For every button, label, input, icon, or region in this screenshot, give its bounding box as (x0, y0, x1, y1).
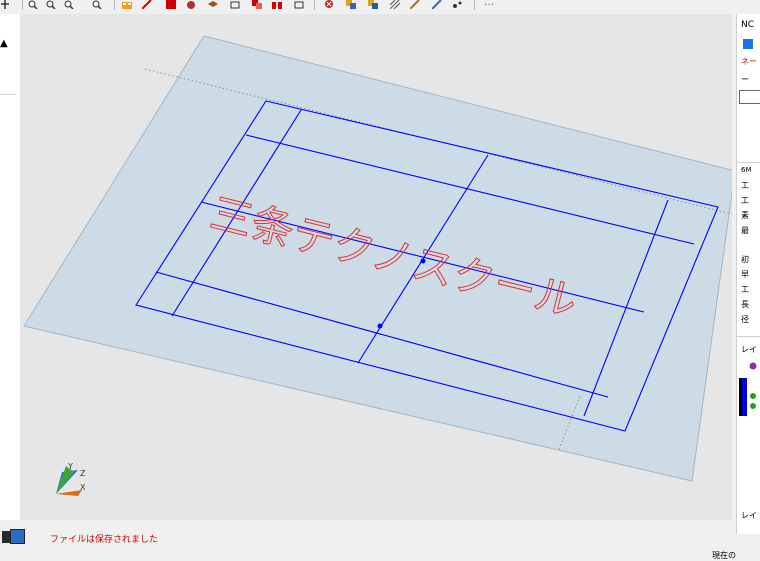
3d-viewport[interactable]: 三条テクノスクール Y Z X (20, 14, 732, 520)
zoom-window-icon[interactable] (28, 0, 38, 9)
status-arrow-icon[interactable] (10, 529, 25, 544)
paste-icon[interactable] (368, 0, 378, 9)
panel-divider (737, 336, 760, 337)
expand-arrow-icon[interactable]: ▲ (0, 38, 8, 49)
name-label: ネー (741, 57, 757, 66)
red-grid-icon[interactable] (272, 0, 282, 9)
left-divider (0, 94, 16, 95)
toolbar-separator (474, 0, 475, 10)
layer-grid-icon[interactable] (122, 0, 132, 9)
status-bar: ファイルは保存されました (0, 526, 736, 548)
zoom-in-icon[interactable] (46, 0, 56, 9)
point-icon[interactable] (452, 0, 462, 9)
param-label: 工 (741, 285, 749, 294)
pan-icon[interactable] (0, 0, 10, 9)
layer-label: レイ (741, 511, 757, 520)
layer-list[interactable] (739, 360, 760, 420)
zoom-out-icon[interactable] (64, 0, 74, 9)
right-property-panel: NC ネー ー 6M 工 工 素 最 初 早 工 長 径 レイ レイ (736, 14, 760, 534)
toolbar-separator (22, 0, 23, 10)
param-label: 長 (741, 300, 749, 309)
scene-canvas[interactable]: 三条テクノスクール Y Z X (20, 14, 732, 520)
axis-z-label: Z (80, 469, 86, 478)
panel-action-icon[interactable] (743, 39, 753, 49)
origin-marker (377, 323, 383, 329)
group-icon[interactable] (186, 0, 196, 9)
status-message: ファイルは保存されました (50, 535, 159, 545)
panel-divider (737, 162, 760, 163)
snap-icon[interactable] (432, 0, 442, 9)
param-label: 初 (741, 255, 749, 264)
toolbar-separator (114, 0, 115, 10)
param-label: 工 (741, 196, 749, 205)
axis-x-label: X (80, 483, 86, 492)
hatch-icon[interactable] (390, 0, 400, 9)
left-tool-strip: ▲ (0, 14, 21, 520)
axis-triad: Y Z X (56, 462, 86, 496)
param-label: 径 (741, 315, 749, 324)
frame-icon[interactable] (230, 0, 240, 9)
toolbar-separator (314, 0, 315, 10)
axis-y-label: Y (67, 462, 73, 471)
param-label: 早 (741, 270, 749, 279)
copy-icon[interactable] (346, 0, 356, 9)
layer-label: レイ (741, 345, 757, 354)
shape-red-icon[interactable] (166, 0, 176, 9)
param-label: 最 (741, 226, 749, 235)
main-toolbar: … (0, 0, 760, 12)
section-code: 6M (741, 166, 752, 174)
tool-red-icon[interactable] (142, 0, 152, 9)
panel-title: NC (741, 20, 755, 30)
red-copy-icon[interactable] (252, 0, 262, 9)
param-label: 素 (741, 211, 749, 220)
move-icon[interactable] (294, 0, 304, 9)
edit-icon[interactable] (410, 0, 420, 9)
param-label: 工 (741, 181, 749, 190)
cancel-icon[interactable] (324, 0, 334, 9)
zoom-fit-icon[interactable] (92, 0, 102, 9)
name-input[interactable] (739, 90, 760, 104)
layers-brown-icon[interactable] (208, 0, 218, 9)
toolbar-more-button[interactable]: … (484, 0, 494, 8)
minus-label: ー (741, 75, 749, 84)
bottom-right-text: 現在の (712, 551, 736, 560)
